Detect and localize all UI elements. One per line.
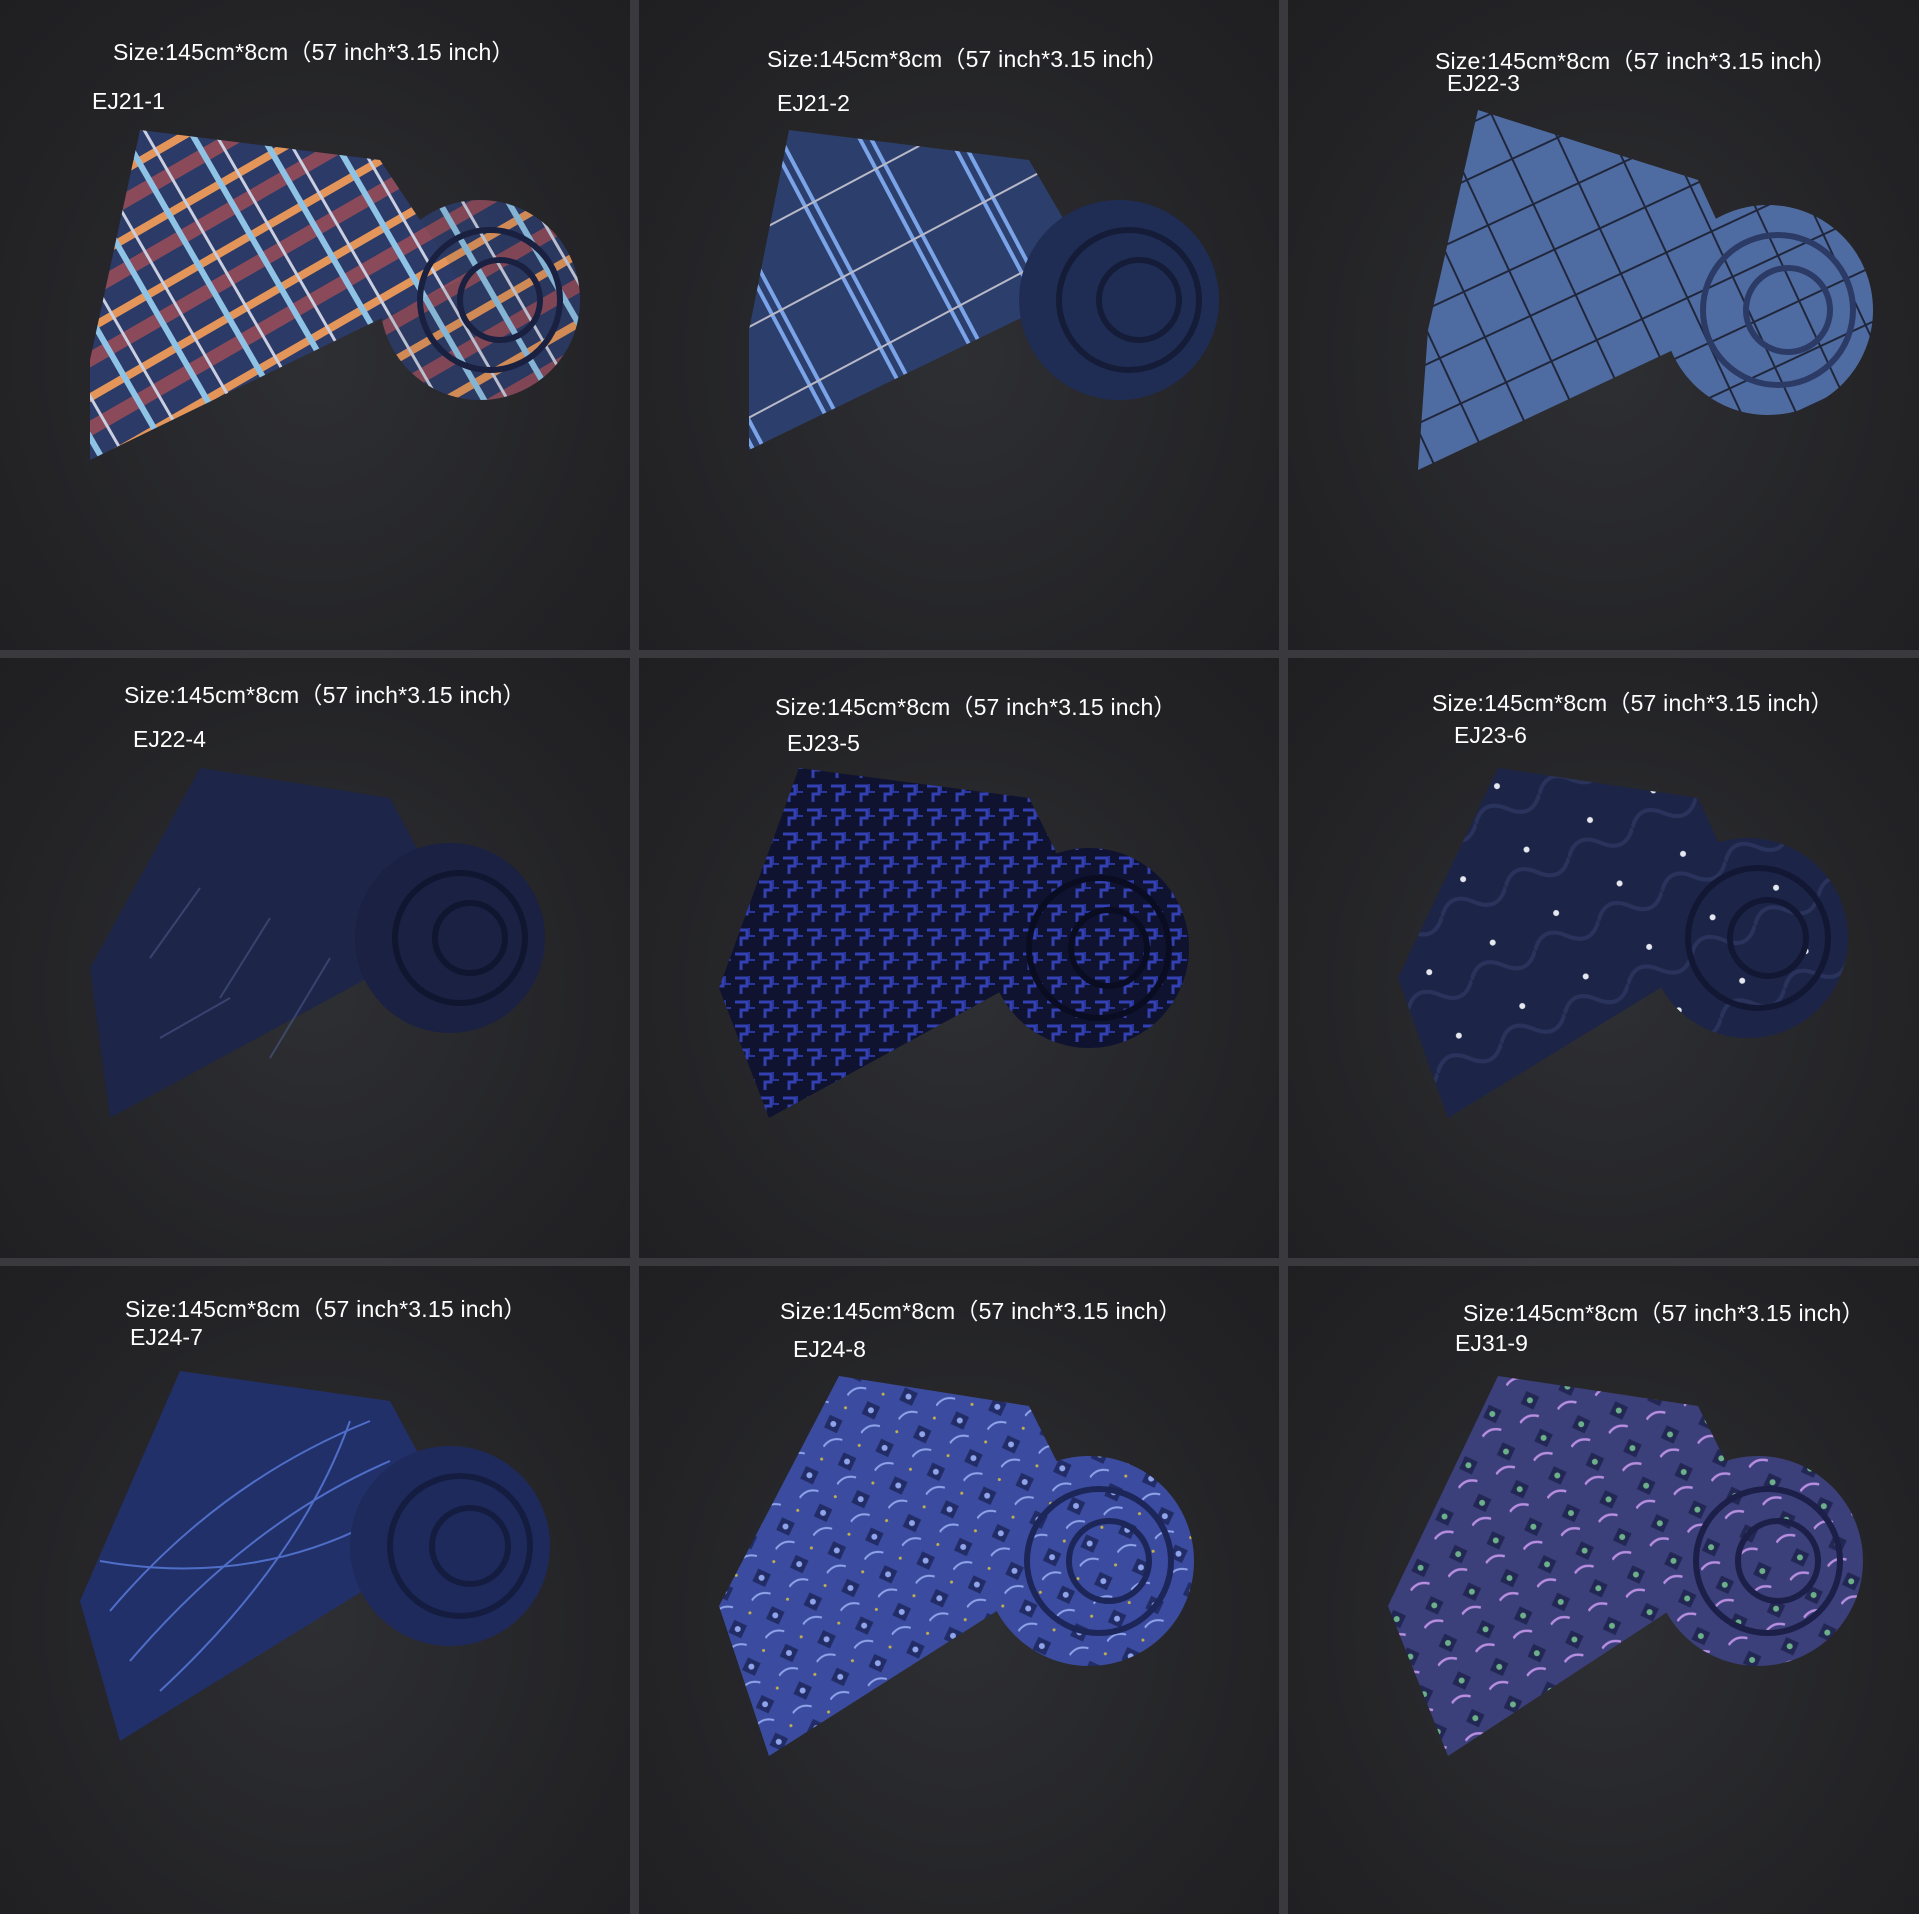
product-grid: Size:145cm*8cm（57 inch*3.15 inch） EJ21-1 <box>0 0 1919 1914</box>
product-code: EJ22-4 <box>133 726 206 752</box>
size-label: Size:145cm*8cm（57 inch*3.15 inch） <box>124 682 526 708</box>
product-card-3: Size:145cm*8cm（57 inch*3.15 inch） EJ22-3 <box>1288 0 1919 650</box>
tie-image <box>1378 110 1898 590</box>
tie-image <box>70 1361 590 1841</box>
size-label: Size:145cm*8cm（57 inch*3.15 inch） <box>1463 1300 1865 1326</box>
tie-illustration <box>90 768 545 1118</box>
tie-illustration <box>90 130 580 460</box>
product-card-5: Size:145cm*8cm（57 inch*3.15 inch） EJ23-5 <box>639 658 1279 1258</box>
product-card-9: Size:145cm*8cm（57 inch*3.15 inch） EJ31-9 <box>1288 1266 1919 1914</box>
tie-image <box>1368 1356 1888 1856</box>
tie-illustration <box>719 1376 1194 1756</box>
size-label: Size:145cm*8cm（57 inch*3.15 inch） <box>767 46 1169 72</box>
tie-image <box>709 758 1229 1238</box>
tie-illustration <box>80 1371 550 1741</box>
tie-illustration <box>1388 1376 1863 1756</box>
size-label: Size:145cm*8cm（57 inch*3.15 inch） <box>780 1298 1182 1324</box>
size-label: Size:145cm*8cm（57 inch*3.15 inch） <box>1432 690 1834 716</box>
product-card-4: Size:145cm*8cm（57 inch*3.15 inch） EJ22-4 <box>0 658 630 1258</box>
product-code: EJ23-6 <box>1454 722 1527 748</box>
tie-image <box>80 110 600 570</box>
product-card-2: Size:145cm*8cm（57 inch*3.15 inch） EJ21-2 <box>639 0 1279 650</box>
product-code: EJ22-3 <box>1447 70 1520 96</box>
size-label: Size:145cm*8cm（57 inch*3.15 inch） <box>775 694 1177 720</box>
product-card-1: Size:145cm*8cm（57 inch*3.15 inch） EJ21-1 <box>0 0 630 650</box>
tie-illustration <box>719 768 1189 1118</box>
tie-illustration <box>749 130 1219 450</box>
product-card-7: Size:145cm*8cm（57 inch*3.15 inch） EJ24-7 <box>0 1266 630 1914</box>
size-label: Size:145cm*8cm（57 inch*3.15 inch） <box>113 39 515 65</box>
product-card-8: Size:145cm*8cm（57 inch*3.15 inch） EJ24-8 <box>639 1266 1279 1914</box>
product-code: EJ24-8 <box>793 1336 866 1362</box>
tie-illustration <box>1398 768 1848 1118</box>
product-code: EJ31-9 <box>1455 1330 1528 1356</box>
product-card-6: Size:145cm*8cm（57 inch*3.15 inch） EJ23-6 <box>1288 658 1919 1258</box>
tie-image <box>1368 758 1888 1228</box>
product-code: EJ24-7 <box>130 1324 203 1350</box>
tie-image <box>709 1366 1229 1866</box>
size-label: Size:145cm*8cm（57 inch*3.15 inch） <box>125 1296 527 1322</box>
tie-illustration <box>1418 110 1873 470</box>
tie-image <box>729 110 1249 570</box>
product-code: EJ23-5 <box>787 730 860 756</box>
tie-image <box>70 758 590 1228</box>
